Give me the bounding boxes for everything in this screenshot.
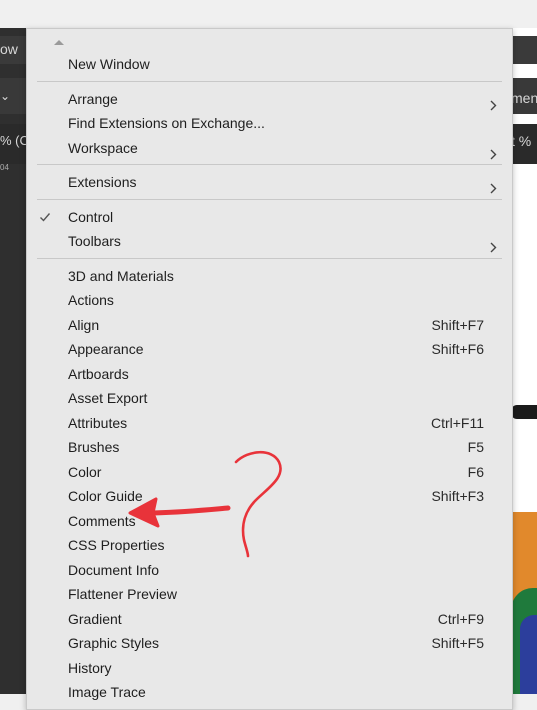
menu-item-label: CSS Properties: [68, 537, 165, 553]
menu-item-artboards[interactable]: Artboards: [27, 362, 512, 387]
menu-item-color-guide[interactable]: Color Guide Shift+F3: [27, 484, 512, 509]
menu-item-label: Document Info: [68, 561, 160, 578]
menu-separator: [27, 254, 512, 264]
menu-item-shortcut: Shift+F6: [431, 341, 484, 357]
menu-item-label: Attributes: [68, 414, 128, 431]
menu-item-label: 3D and Materials: [68, 267, 174, 284]
check-icon: [39, 205, 51, 230]
menu-item-new-window[interactable]: New Window: [27, 52, 512, 77]
window-menu-dropdown: New Window Arrange Find Extensions on Exch…: [26, 28, 513, 710]
menu-item-shortcut: Shift+F7: [431, 316, 484, 333]
menu-item-image-trace[interactable]: Image Trace: [27, 680, 512, 705]
menu-item-align[interactable]: Align Shift+F7: [27, 313, 512, 338]
menu-item-label: Artboards: [68, 365, 129, 382]
app-left-label-1: ow: [0, 41, 18, 57]
app-left-label-2: % (C: [0, 133, 29, 148]
menu-item-label: Actions: [68, 292, 114, 308]
menu-separator: [27, 195, 512, 205]
menu-item-3d-and-materials[interactable]: 3D and Materials: [27, 264, 512, 289]
artwork-black-stroke: [511, 405, 537, 419]
app-right-toolbar-strip: [511, 36, 537, 64]
menu-item-toolbars[interactable]: Toolbars: [27, 229, 512, 254]
artwork-blue-shape: [520, 615, 537, 694]
menu-item-label: New Window: [68, 56, 150, 72]
menu-item-flattener-preview[interactable]: Flattener Preview: [27, 582, 512, 607]
menu-separator: [27, 160, 512, 170]
menu-item-attributes[interactable]: Attributes Ctrl+F11: [27, 411, 512, 436]
menu-item-label: Color Guide: [68, 488, 143, 504]
menu-item-label: History: [68, 659, 112, 676]
menu-item-comments[interactable]: Comments: [27, 509, 512, 534]
menu-item-history[interactable]: History: [27, 656, 512, 681]
menu-item-label: Workspace: [68, 139, 138, 156]
app-right-label-1: ment: [511, 90, 537, 106]
menu-item-label: Find Extensions on Exchange...: [68, 115, 265, 131]
menu-item-shortcut: Shift+F5: [431, 635, 484, 651]
menu-item-control[interactable]: Control: [27, 205, 512, 230]
menu-item-label: Extensions: [68, 174, 137, 190]
menu-item-shortcut: Shift+F3: [431, 488, 484, 504]
menu-item-workspace[interactable]: Workspace: [27, 136, 512, 161]
menu-item-label: Appearance: [68, 341, 144, 357]
menu-item-shortcut: F5: [467, 439, 484, 455]
scroll-up-icon[interactable]: [49, 35, 69, 49]
menu-item-css-properties[interactable]: CSS Properties: [27, 533, 512, 558]
app-right-label-2: t %: [511, 133, 532, 149]
menu-item-arrange[interactable]: Arrange: [27, 87, 512, 112]
menu-item-extensions[interactable]: Extensions: [27, 170, 512, 195]
app-left-ruler-label: 04: [0, 163, 9, 172]
menu-item-label: Color: [68, 463, 102, 480]
menu-item-actions[interactable]: Actions: [27, 288, 512, 313]
menu-item-graphic-styles[interactable]: Graphic Styles Shift+F5: [27, 631, 512, 656]
menu-item-gradient[interactable]: Gradient Ctrl+F9: [27, 607, 512, 632]
menu-item-label: Brushes: [68, 439, 120, 455]
menu-item-label: Arrange: [68, 90, 118, 107]
menu-item-label: Control: [68, 208, 114, 225]
menu-item-document-info[interactable]: Document Info: [27, 558, 512, 583]
menu-item-label: Asset Export: [68, 390, 148, 406]
menu-item-shortcut: Ctrl+F11: [430, 414, 484, 431]
menu-item-label: Image Trace: [68, 684, 146, 700]
menu-item-label: Comments: [68, 512, 136, 529]
menu-item-asset-export[interactable]: Asset Export: [27, 386, 512, 411]
menu-item-color[interactable]: Color F6: [27, 460, 512, 485]
menu-separator: [27, 77, 512, 87]
menu-item-find-extensions-on-exchange[interactable]: Find Extensions on Exchange...: [27, 111, 512, 136]
menu-item-label: Toolbars: [68, 233, 121, 249]
app-top-bar: [0, 0, 537, 28]
menu-item-appearance[interactable]: Appearance Shift+F6: [27, 337, 512, 362]
menu-item-brushes[interactable]: Brushes F5: [27, 435, 512, 460]
menu-item-label: Graphic Styles: [68, 635, 160, 651]
menu-item-label: Align: [68, 316, 100, 333]
menu-item-shortcut: Ctrl+F9: [437, 610, 484, 627]
chevron-down-icon[interactable]: ⌄: [0, 86, 10, 106]
menu-item-shortcut: F6: [467, 463, 484, 480]
menu-item-label: Flattener Preview: [68, 586, 177, 602]
menu-list: New Window Arrange Find Extensions on Exch…: [27, 52, 512, 705]
menu-item-label: Gradient: [68, 610, 122, 627]
